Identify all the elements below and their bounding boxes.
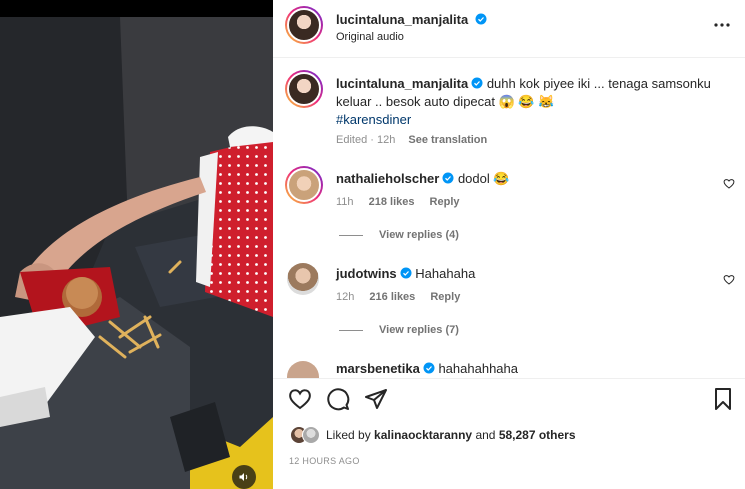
mute-toggle-button[interactable]	[232, 465, 256, 489]
comment-body: dodol 😂	[457, 171, 510, 186]
likes-others-count[interactable]: 58,287 others	[499, 428, 576, 442]
comment-meta: 12h 216 likes Reply	[336, 291, 472, 303]
likes-summary: Liked by kalinaocktaranny and 58,287 oth…	[290, 426, 576, 444]
liked-by-username[interactable]: kalinaocktaranny	[374, 428, 472, 442]
comment-time[interactable]: 11h	[336, 196, 354, 208]
caption-edited-time: Edited · 12h	[336, 134, 396, 146]
comment-reply-button[interactable]: Reply	[430, 196, 460, 208]
comment-username[interactable]: judotwins	[336, 266, 397, 281]
verified-badge-icon	[471, 77, 483, 89]
comment-like-heart-icon[interactable]	[723, 274, 735, 285]
post-actions-bar: Liked by kalinaocktaranny and 58,287 oth…	[273, 378, 745, 489]
caption-author-avatar[interactable]	[285, 70, 323, 108]
caption-text-block: lucintaluna_manjalita duhh kok piyee iki…	[336, 75, 716, 129]
audio-label[interactable]: Original audio	[336, 31, 404, 43]
more-options-icon[interactable]	[713, 22, 731, 28]
author-username[interactable]: lucintaluna_manjalita	[336, 12, 468, 27]
post-header: lucintaluna_manjalita Original audio	[273, 0, 745, 58]
bookmark-icon[interactable]	[711, 387, 735, 411]
liker-avatar[interactable]	[302, 426, 320, 444]
likes-prefix: Liked by	[326, 428, 371, 442]
verified-badge-icon	[475, 13, 487, 25]
view-replies-label: View replies (4)	[379, 229, 459, 241]
caption-meta: Edited · 12h See translation	[336, 134, 487, 146]
replies-divider	[339, 234, 363, 236]
comment-username[interactable]: nathalieholscher	[336, 171, 439, 186]
comment-body: Hahahaha	[415, 266, 476, 281]
video-top-bar	[0, 0, 273, 17]
likes-text: Liked by kalinaocktaranny and 58,287 oth…	[326, 428, 576, 442]
comment-text-line: marsbenetika hahahahhaha	[336, 360, 518, 378]
video-player[interactable]	[0, 0, 273, 489]
comment-text-line: nathalieholscher dodol 😂	[336, 170, 510, 188]
comment-icon[interactable]	[326, 387, 350, 411]
replies-divider	[339, 329, 363, 331]
verified-badge-icon	[423, 362, 435, 374]
commenter-avatar[interactable]	[287, 263, 319, 295]
view-replies-button[interactable]: View replies (4)	[339, 229, 459, 241]
caption-username[interactable]: lucintaluna_manjalita	[336, 76, 468, 91]
view-replies-label: View replies (7)	[379, 324, 459, 336]
commenter-avatar[interactable]	[287, 361, 319, 378]
view-replies-button[interactable]: View replies (7)	[339, 324, 459, 336]
comment-likes-count[interactable]: 218 likes	[369, 196, 415, 208]
see-translation-link[interactable]: See translation	[408, 134, 487, 146]
comment-item: marsbenetika hahahahhaha	[273, 358, 745, 378]
commenter-avatar[interactable]	[285, 166, 323, 204]
heart-icon[interactable]	[288, 387, 312, 411]
share-icon[interactable]	[364, 387, 388, 411]
post-timestamp[interactable]: 12 HOURS AGO	[289, 456, 360, 466]
likes-and: and	[475, 428, 496, 442]
speaker-icon	[239, 473, 248, 481]
comment-time[interactable]: 12h	[336, 291, 354, 303]
comment-reply-button[interactable]: Reply	[430, 291, 460, 303]
video-frame	[0, 17, 273, 489]
post-details-panel: lucintaluna_manjalita Original audio luc…	[273, 0, 745, 489]
author-avatar[interactable]	[285, 6, 323, 44]
comment-text-line: judotwins Hahahaha	[336, 265, 475, 283]
comment-username[interactable]: marsbenetika	[336, 361, 420, 376]
comment-body: hahahahhaha	[438, 361, 518, 376]
comment-meta: 11h 218 likes Reply	[336, 196, 472, 208]
comment-like-heart-icon[interactable]	[723, 178, 735, 189]
verified-badge-icon	[442, 172, 454, 184]
caption-hashtag[interactable]: #karensdiner	[336, 112, 411, 127]
verified-badge-icon	[400, 267, 412, 279]
comment-likes-count[interactable]: 216 likes	[369, 291, 415, 303]
